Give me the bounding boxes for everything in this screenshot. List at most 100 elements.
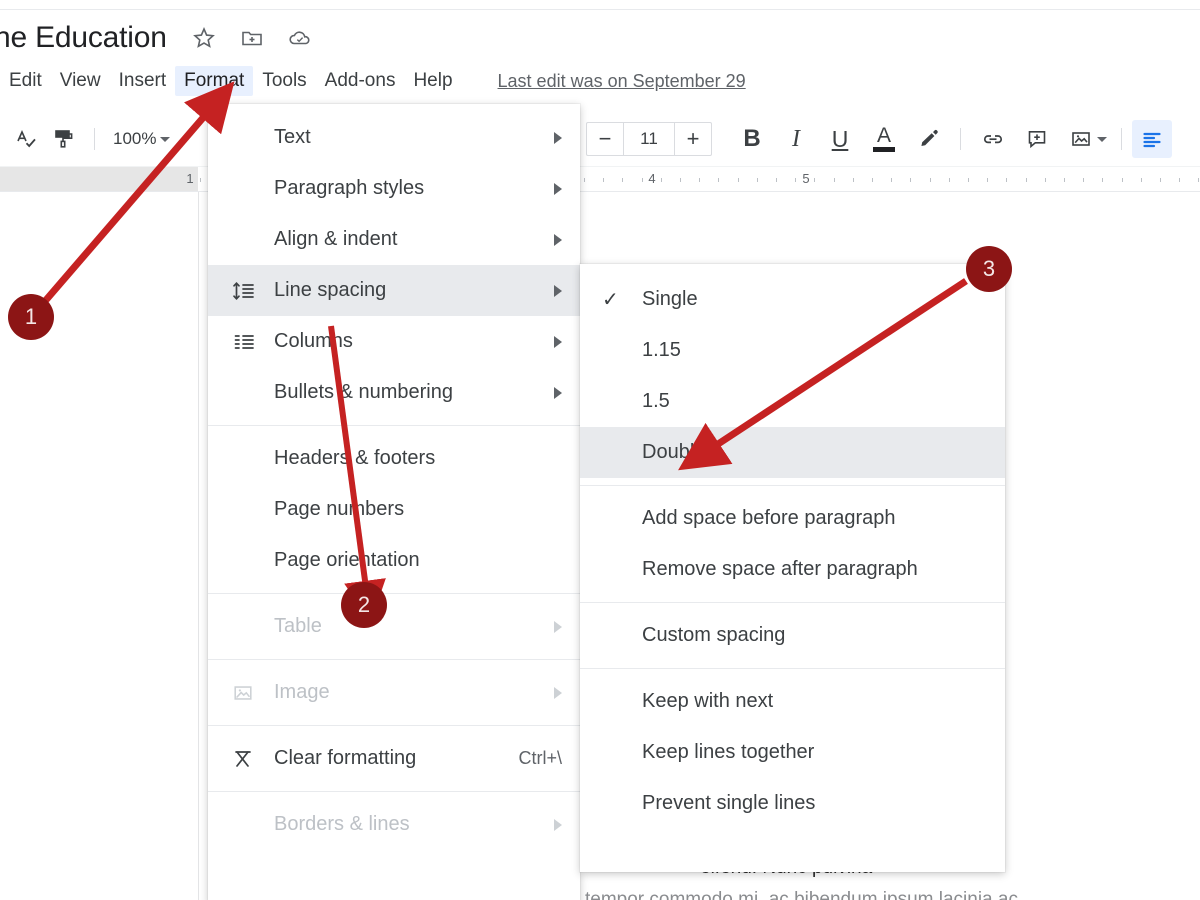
- font-size-decrease-button[interactable]: −: [587, 123, 623, 155]
- ruler-tick: [680, 178, 681, 182]
- ruler-tick: [949, 178, 950, 182]
- menu-divider: [208, 725, 580, 726]
- format-menu-item-page-orientation[interactable]: Page orientation: [208, 535, 580, 586]
- font-size-increase-button[interactable]: +: [675, 123, 711, 155]
- line-spacing-item-add-space-before-paragraph[interactable]: Add space before paragraph: [580, 493, 1005, 544]
- ruler-tick: [987, 178, 988, 182]
- text-color-label: A: [876, 124, 891, 147]
- ruler-tick: [661, 178, 662, 182]
- format-menu-item-columns[interactable]: Columns: [208, 316, 580, 367]
- ruler-tick: [622, 178, 623, 182]
- menu-item-label: Columns: [274, 330, 353, 352]
- format-menu-item-headers-footers[interactable]: Headers & footers: [208, 433, 580, 484]
- spellcheck-icon[interactable]: [8, 121, 44, 157]
- line-spacing-item-double[interactable]: Double: [580, 427, 1005, 478]
- submenu-divider: [580, 668, 1005, 669]
- font-size-value[interactable]: 11: [623, 123, 675, 155]
- format-menu-item-clear-formatting[interactable]: Clear formatting Ctrl+\: [208, 733, 580, 784]
- paint-format-icon[interactable]: [46, 121, 82, 157]
- menu-edit[interactable]: Edit: [0, 66, 51, 96]
- toolbar-left-group: 100%: [0, 121, 176, 157]
- line-spacing-item-single[interactable]: ✓ Single: [580, 274, 1005, 325]
- toolbar-right-group: − 11 + B I U A: [578, 112, 1172, 166]
- format-dropdown-menu[interactable]: Text Paragraph styles Align & indent Line …: [208, 104, 580, 900]
- line-spacing-item-keep-with-next[interactable]: Keep with next: [580, 676, 1005, 727]
- format-menu-item-page-numbers[interactable]: Page numbers: [208, 484, 580, 535]
- menu-view[interactable]: View: [51, 66, 110, 96]
- line-spacing-item-prevent-single-lines[interactable]: Prevent single lines: [580, 778, 1005, 829]
- menu-bar: Edit View Insert Format Tools Add-ons He…: [0, 64, 1200, 98]
- ruler-tick: [1122, 178, 1123, 182]
- submenu-item-label: Add space before paragraph: [642, 507, 896, 529]
- ruler-number: 5: [802, 171, 810, 186]
- menu-item-label: Borders & lines: [274, 813, 410, 835]
- horizontal-ruler[interactable]: 12345: [0, 166, 1200, 192]
- submenu-arrow-icon: [554, 686, 562, 699]
- menu-item-label: Text: [274, 126, 311, 148]
- submenu-arrow-icon: [554, 386, 562, 399]
- align-left-button[interactable]: [1132, 120, 1172, 158]
- highlight-pen-icon[interactable]: [906, 119, 950, 159]
- ruler-tick: [1026, 178, 1027, 182]
- cloud-saved-icon[interactable]: [287, 25, 313, 51]
- format-menu-item-align-indent[interactable]: Align & indent: [208, 214, 580, 265]
- line-spacing-item-1-15[interactable]: 1.15: [580, 325, 1005, 376]
- menu-add-ons[interactable]: Add-ons: [316, 66, 405, 96]
- menu-item-label: Paragraph styles: [274, 177, 425, 199]
- format-menu-item-line-spacing[interactable]: Line spacing: [208, 265, 580, 316]
- ruler-tick: [776, 178, 777, 182]
- ruler-tick: [1160, 178, 1161, 182]
- ruler-tick: [1006, 178, 1007, 182]
- image-options-chevron-down-icon[interactable]: [1097, 136, 1107, 142]
- document-paragraph-4[interactable]: tempor commodo mi, ac bibendum ipsum lac…: [585, 884, 1200, 900]
- menu-item-label: Align & indent: [274, 228, 398, 250]
- bold-button[interactable]: B: [730, 119, 774, 159]
- zoom-control[interactable]: 100%: [107, 129, 176, 149]
- insert-link-icon[interactable]: [971, 119, 1015, 159]
- menu-item-label: Headers & footers: [274, 447, 436, 469]
- last-edit-link[interactable]: Last edit was on September 29: [498, 71, 746, 92]
- ruler-tick: [1179, 178, 1180, 182]
- window-top-strip: [0, 0, 1200, 10]
- line-spacing-submenu[interactable]: ✓ Single 1.15 1.5 Double Add space before par…: [580, 264, 1005, 872]
- submenu-arrow-icon: [554, 131, 562, 144]
- submenu-arrow-icon: [554, 182, 562, 195]
- menu-item-label: Page numbers: [274, 498, 405, 520]
- format-menu-item-table: Table: [208, 601, 580, 652]
- ruler-tick: [1102, 178, 1103, 182]
- line-spacing-item-remove-space-after-paragraph[interactable]: Remove space after paragraph: [580, 544, 1005, 595]
- underline-button[interactable]: U: [818, 119, 862, 159]
- document-title[interactable]: ne Education: [0, 21, 167, 55]
- format-menu-item-bullets-numbering[interactable]: Bullets & numbering: [208, 367, 580, 418]
- move-to-folder-icon[interactable]: [239, 25, 265, 51]
- ruler-tick: [814, 178, 815, 182]
- text-color-button[interactable]: A: [862, 119, 906, 159]
- submenu-item-label: Prevent single lines: [642, 792, 816, 814]
- star-icon[interactable]: [191, 25, 217, 51]
- ruler-tick: [853, 178, 854, 182]
- submenu-arrow-icon: [554, 233, 562, 246]
- format-menu-item-paragraph-styles[interactable]: Paragraph styles: [208, 163, 580, 214]
- menu-item-label: Table: [274, 615, 322, 637]
- ruler-tick: [699, 178, 700, 182]
- ruler-tick: [1083, 178, 1084, 182]
- ruler-tick: [872, 178, 873, 182]
- ruler-tick: [1045, 178, 1046, 182]
- ruler-number: 4: [648, 171, 656, 186]
- toolbar-divider-2: [960, 128, 961, 150]
- italic-button[interactable]: I: [774, 119, 818, 159]
- format-menu-item-text[interactable]: Text: [208, 112, 580, 163]
- menu-format[interactable]: Format: [175, 66, 254, 96]
- paragraph-4-text: tempor commodo mi, ac bibendum ipsum lac…: [585, 889, 1018, 900]
- add-comment-icon[interactable]: [1015, 119, 1059, 159]
- menu-item-label: Page orientation: [274, 549, 420, 571]
- ruler-margin-left: [0, 167, 198, 191]
- menu-divider: [208, 425, 580, 426]
- menu-help[interactable]: Help: [404, 66, 461, 96]
- line-spacing-item-1-5[interactable]: 1.5: [580, 376, 1005, 427]
- menu-insert[interactable]: Insert: [110, 66, 176, 96]
- line-spacing-item-keep-lines-together[interactable]: Keep lines together: [580, 727, 1005, 778]
- line-spacing-item-custom-spacing[interactable]: Custom spacing: [580, 610, 1005, 661]
- title-icon-group: [191, 25, 313, 51]
- menu-tools[interactable]: Tools: [253, 66, 315, 96]
